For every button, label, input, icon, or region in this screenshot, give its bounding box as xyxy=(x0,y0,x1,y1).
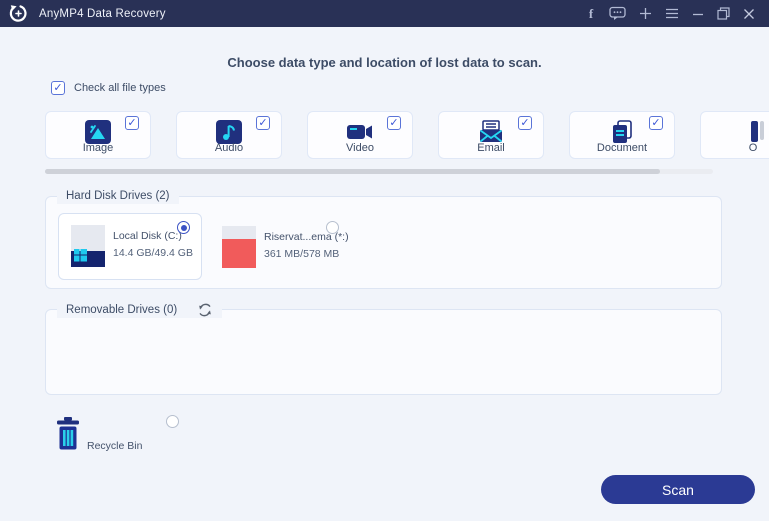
image-checkbox[interactable] xyxy=(125,116,139,130)
titlebar: AnyMP4 Data Recovery f xyxy=(0,0,769,27)
audio-checkbox[interactable] xyxy=(256,116,270,130)
drive-card-local-disk[interactable]: Local Disk (C:) 14.4 GB/49.4 GB xyxy=(58,213,202,280)
file-type-card-video[interactable]: Video xyxy=(307,111,413,159)
file-type-label: O xyxy=(748,142,758,154)
file-type-card-image[interactable]: Image xyxy=(45,111,151,159)
drive-usage: 361 MB/578 MB xyxy=(264,248,340,260)
titlebar-buttons: f xyxy=(586,6,755,22)
file-type-card-email[interactable]: Email xyxy=(438,111,544,159)
hard-disk-drives-title: Hard Disk Drives (2) xyxy=(57,189,179,204)
check-all-file-types[interactable]: Check all file types xyxy=(51,81,166,95)
file-type-label: Document xyxy=(596,142,648,154)
hard-disk-drives-section: Hard Disk Drives (2) Local Disk (C:) 14.… xyxy=(45,189,722,289)
file-type-label: Audio xyxy=(214,142,244,154)
close-button[interactable] xyxy=(743,8,755,20)
check-all-label: Check all file types xyxy=(74,82,166,94)
drive-usage: 14.4 GB/49.4 GB xyxy=(113,247,193,259)
facebook-icon[interactable]: f xyxy=(586,6,596,22)
document-checkbox[interactable] xyxy=(649,116,663,130)
menu-icon[interactable] xyxy=(665,8,679,19)
file-type-card-others-partial[interactable]: O xyxy=(700,111,769,159)
removable-drives-section: Removable Drives (0) xyxy=(45,302,722,395)
app-logo-icon xyxy=(9,5,27,22)
feedback-icon[interactable] xyxy=(609,6,626,21)
file-type-label: Video xyxy=(346,142,374,154)
drive-radio-riservato[interactable] xyxy=(326,221,339,234)
scrollbar-thumb[interactable] xyxy=(45,169,660,174)
drive-name: Local Disk (C:) xyxy=(113,230,182,242)
recycle-bin-item[interactable]: Recycle Bin xyxy=(0,405,300,465)
minimize-button[interactable] xyxy=(692,8,704,20)
file-type-card-audio[interactable]: Audio xyxy=(176,111,282,159)
check-all-checkbox[interactable] xyxy=(51,81,65,95)
file-type-scrollbar[interactable] xyxy=(45,169,713,174)
file-type-card-document[interactable]: Document xyxy=(569,111,675,159)
window-title: AnyMP4 Data Recovery xyxy=(39,7,166,20)
file-type-list: Image Audio Video Email xyxy=(45,111,769,161)
file-type-label: Email xyxy=(477,142,505,154)
page-title: Choose data type and location of lost da… xyxy=(227,55,542,70)
video-checkbox[interactable] xyxy=(387,116,401,130)
removable-drives-title: Removable Drives (0) xyxy=(66,303,178,316)
plus-icon[interactable] xyxy=(639,7,652,20)
file-type-label: Image xyxy=(82,142,114,154)
scan-button[interactable]: Scan xyxy=(601,475,755,504)
hard-drive-full-icon xyxy=(222,226,256,268)
email-checkbox[interactable] xyxy=(518,116,532,130)
recycle-bin-radio[interactable] xyxy=(166,415,179,428)
refresh-icon[interactable] xyxy=(197,302,213,318)
recycle-bin-label: Recycle Bin xyxy=(87,440,143,452)
recycle-bin-icon xyxy=(57,417,79,450)
drive-radio-local-disk[interactable] xyxy=(177,221,190,234)
restore-button[interactable] xyxy=(717,7,730,20)
hard-drive-windows-icon xyxy=(71,225,105,267)
